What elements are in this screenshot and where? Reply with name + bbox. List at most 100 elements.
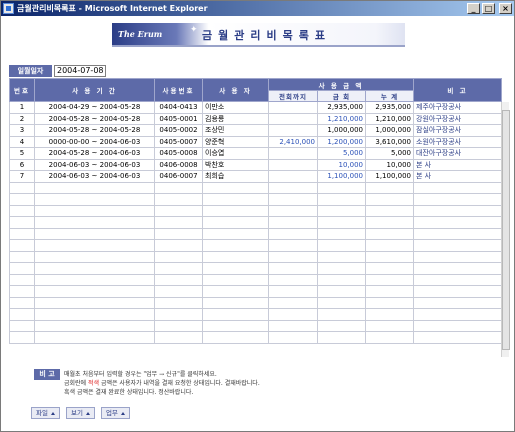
cell-no	[9, 262, 35, 275]
table-row[interactable]: 6 2004-06-03 ~ 2004-06-03 0406-0008 박찬호 10,0…	[9, 158, 503, 171]
cell-user: 이만소	[202, 101, 269, 114]
cell-code: 0405-0007	[154, 135, 203, 148]
work-button[interactable]: 업무	[100, 407, 130, 419]
cell-this	[317, 331, 366, 344]
cell-code: 0405-0008	[154, 147, 203, 160]
cell-user	[202, 250, 269, 263]
file-button[interactable]: 파일	[31, 407, 60, 419]
file-label: 파일	[36, 409, 48, 417]
cell-total	[364, 262, 415, 275]
cell-code	[154, 227, 203, 240]
cell-user	[202, 227, 269, 240]
cell-user	[202, 319, 269, 332]
notes-line-1: 매월초 처음부터 입력할 경우는 "업무 → 신규"를 클릭하세요.	[64, 371, 217, 378]
cell-total: 3,610,000	[364, 135, 415, 148]
cell-user	[202, 204, 269, 217]
cell-this	[317, 296, 366, 309]
expense-table: 번호 사 용 기 간 사용번호 사 용 자 사 용 금 액 비 고 전회까지 금…	[9, 78, 503, 344]
cell-this: 2,935,000	[317, 101, 366, 114]
scroll-thumb[interactable]	[502, 110, 510, 350]
cell-user	[202, 308, 269, 321]
table-body: 1 2004-04-29 ~ 2004-05-28 0404-0413 이만소 2,93…	[9, 101, 503, 344]
table-row[interactable]	[9, 319, 503, 332]
cell-no	[9, 331, 35, 344]
table-row[interactable]	[9, 273, 503, 286]
cell-this: 1,000,000	[317, 124, 366, 137]
minimize-button[interactable]: _	[467, 3, 480, 14]
cell-code	[154, 319, 203, 332]
cell-period: 2004-05-28 ~ 2004-05-28	[34, 124, 155, 137]
cell-user: 조상민	[202, 124, 269, 137]
cell-prev	[268, 181, 318, 194]
cell-prev	[268, 193, 318, 206]
table-row[interactable]: 3 2004-05-28 ~ 2004-05-28 0405-0002 조상민 1,00…	[9, 124, 503, 137]
table-row[interactable]	[9, 216, 503, 229]
cell-period	[34, 262, 155, 275]
table-row[interactable]: 5 2004-05-28 ~ 2004-06-03 0405-0008 이승엽 5,00…	[9, 147, 503, 160]
table-row[interactable]: 7 2004-06-03 ~ 2004-06-03 0406-0007 최희습 1,10…	[9, 170, 503, 183]
table-row[interactable]	[9, 308, 503, 321]
notes-line-3: 흑색 금액은 결재 완료한 상태입니다. 정산바랍니다.	[64, 389, 194, 396]
cell-period	[34, 227, 155, 240]
cell-total	[364, 319, 415, 332]
notes-line-2a: 금회란에	[64, 380, 88, 387]
sparkle-icon: ✦	[190, 25, 198, 35]
cell-period	[34, 204, 155, 217]
cell-this	[317, 239, 366, 252]
table-row[interactable]	[9, 331, 503, 344]
cell-no: 6	[9, 158, 35, 171]
cell-period	[34, 296, 155, 309]
view-button[interactable]: 보기	[65, 407, 95, 419]
brand-logo: The Erum	[118, 29, 163, 39]
table-row[interactable]	[9, 181, 503, 194]
table-row[interactable]: 2 2004-05-28 ~ 2004-05-28 0405-0001 김용룡 1,21…	[9, 112, 503, 125]
header-banner: The Erum ✦ 금월관리비목록표	[112, 23, 405, 47]
cell-total	[364, 296, 415, 309]
cell-note	[413, 273, 503, 286]
cell-period: 0000-00-00 ~ 2004-06-03	[34, 135, 155, 148]
cell-period	[34, 239, 155, 252]
cell-note: 잠실아구장공사	[413, 124, 503, 137]
cell-user	[202, 285, 269, 298]
cell-period: 2004-05-28 ~ 2004-06-03	[34, 147, 155, 160]
cell-prev	[268, 262, 318, 275]
table-row[interactable]: 4 0000-00-00 ~ 2004-06-03 0405-0007 양준혁 2,41…	[9, 135, 503, 148]
cell-prev	[268, 147, 318, 160]
table-row[interactable]	[9, 239, 503, 252]
vertical-scrollbar[interactable]	[501, 102, 510, 357]
cell-period	[34, 285, 155, 298]
cell-total: 1,000,000	[364, 124, 415, 137]
cell-this	[317, 308, 366, 321]
cell-note: 본 사	[413, 158, 503, 171]
cell-prev	[268, 170, 318, 183]
cell-user	[202, 239, 269, 252]
table-row[interactable]	[9, 227, 503, 240]
maximize-button[interactable]: □	[482, 3, 495, 14]
cell-this: 1,210,000	[317, 112, 366, 125]
table-row[interactable]	[9, 250, 503, 263]
cell-code: 0404-0413	[154, 101, 203, 114]
cell-period: 2004-06-03 ~ 2004-06-03	[34, 158, 155, 171]
close-button[interactable]: ×	[499, 3, 512, 14]
cell-total	[364, 331, 415, 344]
table-row[interactable]	[9, 262, 503, 275]
cell-this: 1,100,000	[317, 170, 366, 183]
table-row[interactable]	[9, 285, 503, 298]
cell-this	[317, 285, 366, 298]
cell-prev	[268, 112, 318, 125]
table-row[interactable]	[9, 296, 503, 309]
table-row[interactable]	[9, 204, 503, 217]
table-row[interactable]	[9, 193, 503, 206]
table-row[interactable]: 1 2004-04-29 ~ 2004-05-28 0404-0413 이만소 2,93…	[9, 101, 503, 114]
cell-code	[154, 308, 203, 321]
date-field[interactable]: 2004-07-08	[54, 65, 106, 77]
cell-prev	[268, 331, 318, 344]
cell-no: 2	[9, 112, 35, 125]
cell-period	[34, 193, 155, 206]
cell-no	[9, 273, 35, 286]
col-header-prev: 전회까지	[268, 90, 318, 102]
cell-prev	[268, 124, 318, 137]
cell-period	[34, 250, 155, 263]
cell-code	[154, 193, 203, 206]
notes-badge: 비 고	[34, 369, 60, 380]
